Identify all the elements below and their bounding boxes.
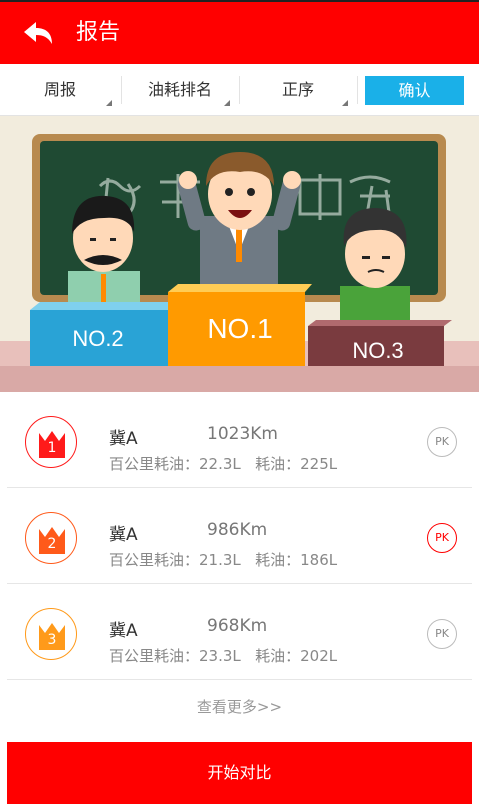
total-label: 耗油：: [255, 551, 301, 569]
pk-button[interactable]: PK: [427, 427, 457, 457]
rank-medal-icon: 3: [25, 608, 77, 660]
ranking-row[interactable]: 1 冀A 1023Km 百公里耗油：22.3L 耗油：225L PK: [7, 392, 472, 488]
per100-value: 23.3L: [199, 647, 241, 665]
metric-dropdown[interactable]: 油耗排名: [122, 64, 238, 116]
total-value: 202L: [300, 647, 338, 665]
dropdown-arrow-icon: [106, 100, 112, 106]
podium-illustration: NO.2 NO.1 NO.3: [0, 134, 479, 392]
top-bar: 报告: [0, 0, 479, 64]
metric-dropdown-label: 油耗排名: [147, 80, 212, 99]
start-compare-button[interactable]: 开始对比: [7, 742, 472, 804]
podium-banner: NO.2 NO.1 NO.3: [0, 116, 479, 392]
plate-number: 冀A: [109, 429, 138, 449]
rank-medal-icon: 2: [25, 512, 77, 564]
distance: 986Km: [207, 520, 268, 540]
per100-label: 百公里耗油：: [109, 551, 200, 569]
distance: 1023Km: [207, 424, 278, 444]
rank-number: 2: [47, 536, 57, 552]
per100-label: 百公里耗油：: [109, 455, 200, 473]
order-dropdown[interactable]: 正序: [240, 64, 356, 116]
per100-value: 21.3L: [199, 551, 241, 569]
dropdown-arrow-icon: [342, 100, 348, 106]
page-title: 报告: [76, 20, 121, 45]
dropdown-arrow-icon: [224, 100, 230, 106]
rank-medal-icon: 1: [25, 416, 77, 468]
confirm-button[interactable]: 确认: [365, 76, 464, 105]
back-arrow-icon[interactable]: [22, 20, 54, 48]
divider: [357, 76, 358, 104]
rank-number: 1: [47, 440, 57, 456]
period-dropdown-label: 周报: [43, 80, 76, 99]
fuel-stats: 百公里耗油：22.3L 耗油：225L: [109, 453, 337, 474]
pk-button[interactable]: PK: [427, 619, 457, 649]
distance: 968Km: [207, 616, 268, 636]
per100-label: 百公里耗油：: [109, 647, 200, 665]
order-dropdown-label: 正序: [281, 80, 314, 99]
pk-button[interactable]: PK: [427, 523, 457, 553]
ranking-row[interactable]: 3 冀A 968Km 百公里耗油：23.3L 耗油：202L PK: [7, 584, 472, 680]
total-label: 耗油：: [255, 647, 301, 665]
view-more-link[interactable]: 查看更多>>: [0, 686, 479, 728]
total-value: 186L: [300, 551, 338, 569]
podium-label-no2: NO.2: [72, 326, 123, 351]
per100-value: 22.3L: [199, 455, 241, 473]
podium-label-no3: NO.3: [352, 338, 403, 363]
fuel-stats: 百公里耗油：23.3L 耗油：202L: [109, 645, 337, 666]
plate-number: 冀A: [109, 525, 138, 545]
plate-number: 冀A: [109, 621, 138, 641]
rank-number: 3: [47, 632, 57, 648]
fuel-stats: 百公里耗油：21.3L 耗油：186L: [109, 549, 337, 570]
ranking-row[interactable]: 2 冀A 986Km 百公里耗油：21.3L 耗油：186L PK: [7, 488, 472, 584]
period-dropdown[interactable]: 周报: [0, 64, 120, 116]
total-label: 耗油：: [255, 455, 301, 473]
podium-label-no1: NO.1: [207, 313, 272, 344]
total-value: 225L: [300, 455, 338, 473]
